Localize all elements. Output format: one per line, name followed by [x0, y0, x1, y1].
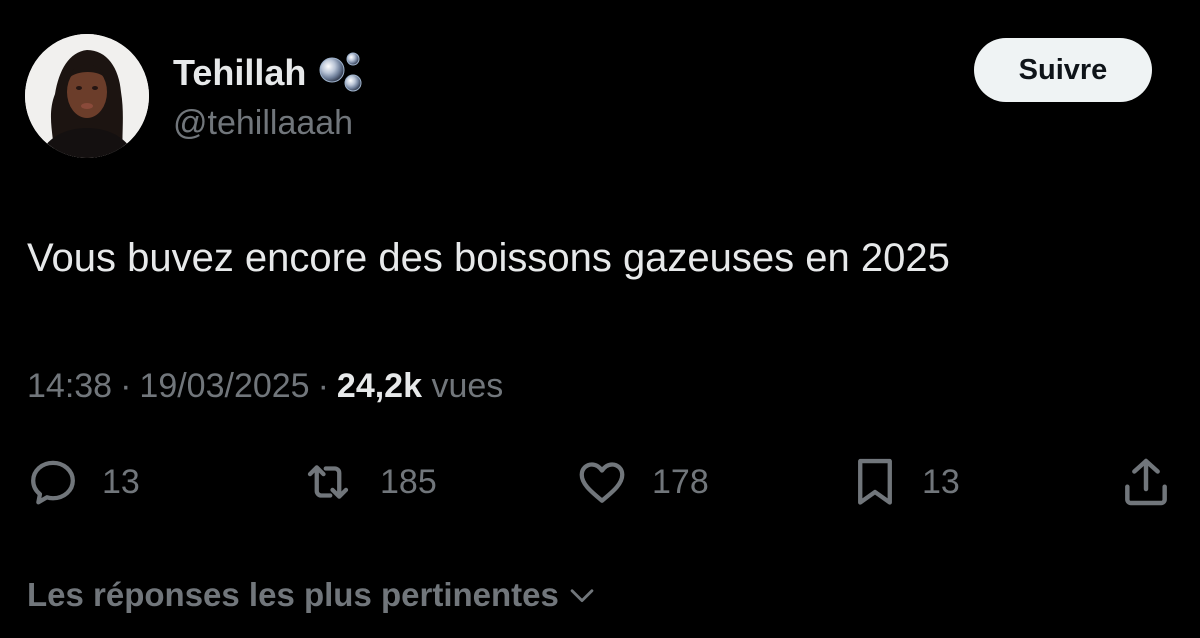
action-bar: 13 185 178 13 [0, 450, 1200, 514]
share-icon [1125, 458, 1167, 506]
author-name[interactable]: Tehillah [173, 50, 364, 96]
share-button[interactable] [1118, 450, 1174, 514]
avatar[interactable] [25, 34, 149, 158]
views-label[interactable]: vues [431, 367, 503, 405]
bookmark-button[interactable]: 13 [850, 450, 960, 514]
author-handle[interactable]: @tehillaaah [173, 102, 353, 144]
bookmark-icon [858, 458, 892, 505]
replies-sort-label: Les réponses les plus pertinentes [27, 576, 559, 613]
avatar-photo [25, 34, 149, 158]
bookmark-count: 13 [922, 462, 960, 501]
meta-separator: · [120, 367, 132, 405]
tweet-date[interactable]: 19/03/2025 [139, 367, 309, 405]
reply-button[interactable]: 13 [26, 450, 140, 514]
tweet-text: Vous buvez encore des boissons gazeuses … [27, 236, 950, 280]
bubbles-icon [318, 50, 364, 96]
author-display-name[interactable]: Tehillah [173, 51, 306, 95]
like-button[interactable]: 178 [574, 450, 709, 514]
tweet-meta: 14:38 · 19/03/2025 · 24,2k vues [27, 364, 503, 408]
heart-icon [579, 462, 625, 503]
repost-button[interactable]: 185 [298, 450, 437, 514]
chevron-down-icon [570, 589, 594, 603]
like-count: 178 [652, 462, 709, 501]
repost-icon [307, 465, 349, 499]
reply-count: 13 [102, 462, 140, 501]
views-count[interactable]: 24,2k [337, 367, 422, 405]
reply-icon [31, 460, 75, 505]
tweet-time[interactable]: 14:38 [27, 367, 112, 405]
replies-sort-dropdown[interactable]: Les réponses les plus pertinentes [27, 574, 599, 616]
meta-separator: · [317, 367, 329, 405]
follow-button[interactable]: Suivre [974, 38, 1152, 102]
repost-count: 185 [380, 462, 437, 501]
